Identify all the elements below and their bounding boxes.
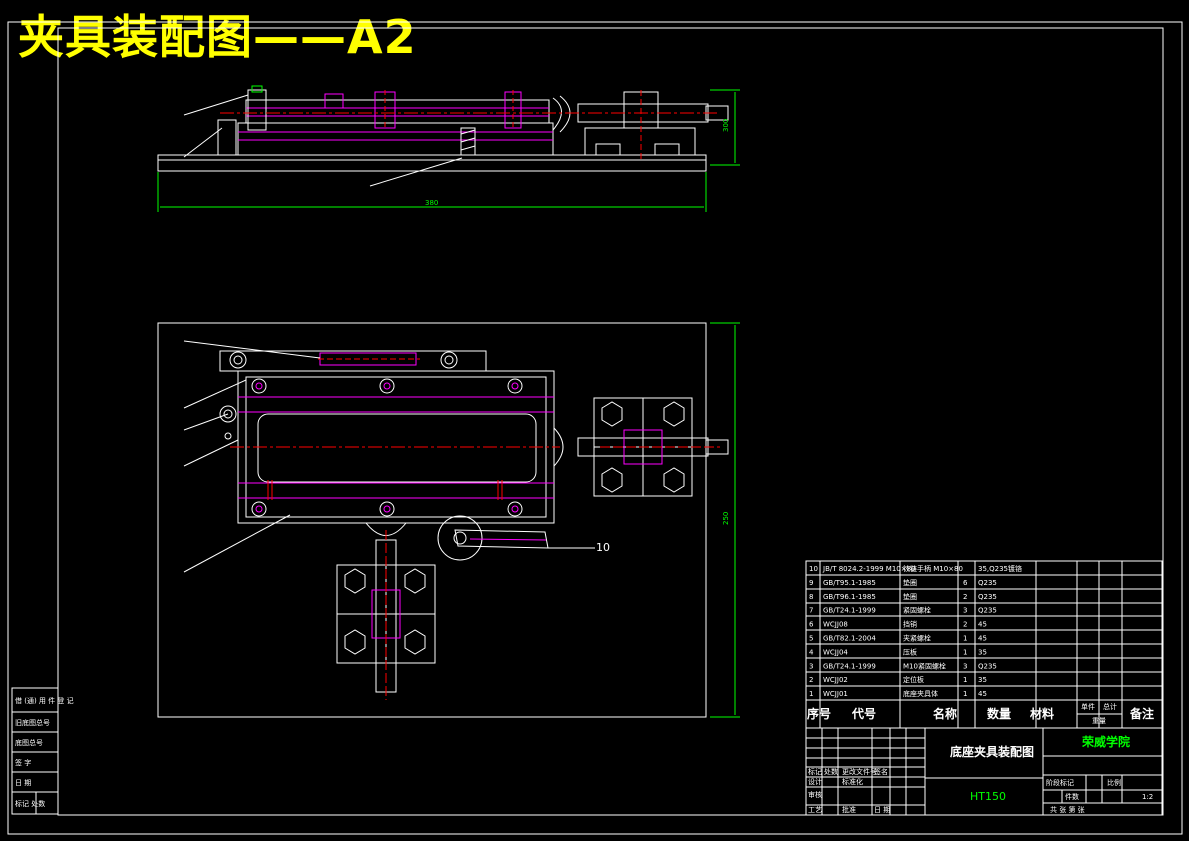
tb-piece-count: 件数 bbox=[1065, 792, 1079, 801]
tb-material: HT150 bbox=[970, 790, 1006, 803]
dim-length: 380 bbox=[425, 199, 438, 207]
bom-cell-name: 夹紧螺栓 bbox=[903, 634, 931, 643]
bom-cell-name: 底座夹具体 bbox=[903, 689, 938, 698]
stamp-row-2: 旧底图总号 bbox=[15, 718, 50, 727]
bom-cell-code: GB/T24.1-1999 bbox=[823, 662, 876, 670]
plan-view bbox=[157, 322, 740, 718]
bom-hdr-weight: 重量 bbox=[1092, 717, 1106, 725]
bom-cell-code: GB/T24.1-1999 bbox=[823, 607, 876, 615]
tb-sign: 签名 bbox=[874, 767, 888, 776]
bom-hdr-qty: 数量 bbox=[987, 706, 1011, 721]
dim-height: 300 bbox=[722, 119, 730, 132]
bom-cell-material: Q235 bbox=[978, 607, 997, 615]
bom-cell-qty: 2 bbox=[963, 593, 967, 601]
bom-hdr-code: 代号 bbox=[851, 706, 876, 721]
tb-drawing-name: 底座夹具装配图 bbox=[950, 744, 1034, 759]
bom-cell-qty: 1 bbox=[963, 676, 967, 684]
bom-cell-name: 垫圈 bbox=[903, 578, 917, 587]
bom-cell-material: 45 bbox=[978, 690, 987, 698]
bom-cell-material: Q235 bbox=[978, 662, 997, 670]
bom-cell-qty: 1 bbox=[963, 648, 967, 656]
bom-hdr-single: 单件 bbox=[1081, 702, 1095, 711]
bom-cell-qty: 3 bbox=[963, 662, 967, 670]
bom-cell-code: GB/T96.1-1985 bbox=[823, 593, 876, 601]
tb-date: 日 期 bbox=[874, 806, 890, 814]
bom-cell-material: 35 bbox=[978, 648, 987, 656]
stamp-row-4: 签 字 bbox=[15, 758, 31, 767]
bom-cell-code: GB/T82.1-2004 bbox=[823, 635, 876, 643]
bom-cell-material: 35,Q235镀铬 bbox=[978, 564, 1022, 573]
bom-cell-code: JB/T 8024.2-1999 M10×80 bbox=[822, 565, 916, 573]
stamp-row-6: 标记 处数 bbox=[15, 799, 45, 808]
cad-drawing: 借 (通) 用 件 登 记 旧底图总号 底图总号 签 字 日 期 标记 处数 3… bbox=[7, 21, 1183, 835]
tb-mark: 标记 bbox=[808, 767, 822, 776]
bom-cell-seq: 7 bbox=[809, 607, 813, 615]
bom-hdr-material: 材料 bbox=[1029, 706, 1054, 721]
bom-hdr-total: 总计 bbox=[1103, 702, 1117, 711]
bom-cell-seq: 9 bbox=[809, 579, 813, 587]
bom-hdr-seq: 序号 bbox=[807, 706, 831, 721]
bom-cell-name: 垫圈 bbox=[903, 592, 917, 601]
tb-standard: 标准化 bbox=[842, 777, 863, 786]
stamp-row-1: 借 (通) 用 件 登 记 bbox=[15, 696, 74, 705]
bom-cell-seq: 1 bbox=[809, 690, 813, 698]
bom-cell-seq: 2 bbox=[809, 676, 813, 684]
bom-hdr-note: 备注 bbox=[1129, 706, 1154, 721]
side-stamp: 借 (通) 用 件 登 记 旧底图总号 底图总号 签 字 日 期 标记 处数 bbox=[11, 687, 74, 815]
bom-cell-material: 35 bbox=[978, 676, 987, 684]
stamp-row-3: 底图总号 bbox=[15, 738, 43, 747]
bom-cell-code: WCJJ08 bbox=[823, 621, 848, 629]
bom-cell-name: 铰链手柄 M10×80 bbox=[903, 564, 963, 573]
tb-check: 审核 bbox=[808, 790, 822, 799]
bom-cell-material: 45 bbox=[978, 635, 987, 643]
bom-cell-code: WCJJ02 bbox=[823, 676, 848, 684]
tb-approve: 批准 bbox=[842, 805, 856, 814]
tb-sheet: 共 张 第 张 bbox=[1050, 805, 1085, 814]
tb-scale: 1:2 bbox=[1142, 793, 1153, 801]
front-view bbox=[157, 85, 740, 212]
bom-cell-qty: 1 bbox=[963, 635, 967, 643]
bom-cell-material: 45 bbox=[978, 621, 987, 629]
bom-cell-qty: 3 bbox=[963, 607, 967, 615]
bom-cell-seq: 5 bbox=[809, 635, 813, 643]
stamp-row-5: 日 期 bbox=[15, 779, 31, 787]
bom-cell-seq: 10 bbox=[809, 565, 818, 573]
tb-process: 工艺 bbox=[808, 806, 822, 814]
bom-cell-code: WCJJ04 bbox=[823, 648, 848, 656]
bom-hdr-name: 名称 bbox=[933, 706, 957, 721]
bom-cell-qty: 6 bbox=[963, 579, 968, 587]
bom-cell-name: 定位板 bbox=[903, 675, 924, 684]
bom-cell-code: GB/T95.1-1985 bbox=[823, 579, 876, 587]
part-callout-10: 10 bbox=[596, 541, 610, 554]
bom-cell-material: Q235 bbox=[978, 593, 997, 601]
bom-cell-seq: 8 bbox=[809, 593, 813, 601]
inner-frame bbox=[57, 27, 1164, 816]
bom-cell-material: Q235 bbox=[978, 579, 997, 587]
tb-design: 设计 bbox=[808, 777, 822, 786]
bom-cell-name: 紧固螺栓 bbox=[903, 606, 931, 615]
bom-cell-seq: 6 bbox=[809, 621, 814, 629]
tb-stage: 阶段标记 bbox=[1046, 778, 1074, 787]
bom-cell-qty: 1 bbox=[963, 690, 967, 698]
tb-scale-label: 比例 bbox=[1107, 778, 1121, 787]
dim-plan-height: 250 bbox=[722, 512, 730, 525]
tb-change: 更改文件号 bbox=[842, 767, 877, 776]
bom-cell-name: 压板 bbox=[903, 647, 917, 656]
tb-count: 处数 bbox=[824, 767, 838, 776]
bom-cell-qty: 2 bbox=[963, 621, 967, 629]
tb-school: 荣威学院 bbox=[1081, 734, 1130, 749]
bom-cell-name: 挡销 bbox=[903, 620, 917, 629]
bom-rows: 10 JB/T 8024.2-1999 M10×80铰链手柄 M10×80 35,Q… bbox=[809, 564, 1022, 698]
bom-cell-seq: 4 bbox=[809, 648, 814, 656]
bom-cell-code: WCJJ01 bbox=[823, 690, 848, 698]
bom-cell-name: M10紧固螺栓 bbox=[903, 661, 946, 670]
bom-cell-seq: 3 bbox=[809, 662, 813, 670]
